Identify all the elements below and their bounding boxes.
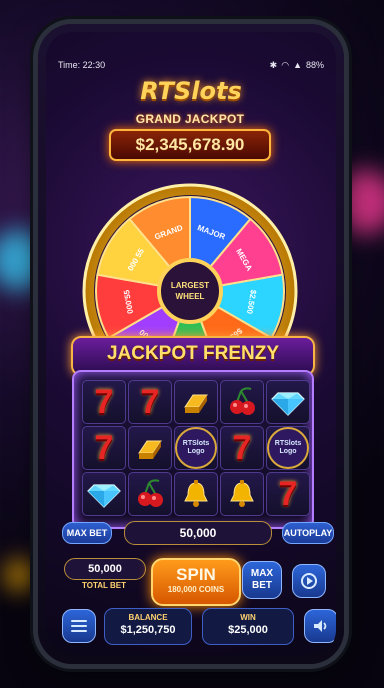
status-time: Time: 22:30 (58, 60, 106, 70)
menu-icon (71, 620, 87, 632)
rtslots-logo-icon: RTSlots Logo (175, 427, 217, 469)
game-logo: RTSlots (140, 77, 242, 105)
win-label: WIN (240, 613, 256, 622)
seven-icon: 7 (232, 428, 252, 467)
seven-icon: 7 (94, 382, 114, 421)
reel-cell (174, 380, 218, 424)
reel-cell (266, 380, 310, 424)
total-bet-value: 50,000 (64, 558, 146, 580)
reel-cell (128, 472, 172, 516)
reel-cell: RTSlots Logo (266, 426, 310, 470)
wheel-center-label-line1: LARGEST (171, 281, 209, 290)
phone-frame: Time: 22:30 ✱ ◠ ▲ 88% RTSlots GRAND JACK… (38, 24, 344, 664)
bet-value-display: 50,000 (124, 521, 272, 545)
diamond-icon (267, 381, 309, 423)
sound-button[interactable] (304, 609, 336, 643)
gold-bar-icon (175, 381, 217, 423)
reel-cell (174, 472, 218, 516)
game-screen: Time: 22:30 ✱ ◠ ▲ 88% RTSlots GRAND JACK… (46, 32, 336, 656)
rtslots-logo-icon: RTSlots Logo (267, 427, 309, 469)
max-bet-button-secondary[interactable]: MAX BET (242, 561, 282, 599)
balance-value: $1,250,750 (120, 624, 176, 636)
reel-cell: 7 (220, 426, 264, 470)
reel-cell (220, 472, 264, 516)
reel-cell: 7 (82, 426, 126, 470)
gold-bar-icon (129, 427, 171, 469)
battery-text: 88% (305, 60, 324, 70)
bell-icon (221, 473, 263, 515)
cherry-icon (129, 473, 171, 515)
diamond-icon (83, 473, 125, 515)
wheel-center-label-line2: WHEEL (176, 292, 205, 301)
win-value: $25,000 (228, 624, 268, 636)
jackpot-amount: $2,345,678.90 (109, 129, 271, 161)
wifi-icon: ◠ (281, 59, 290, 70)
signal-icon: ▲ (293, 60, 302, 70)
status-bar: Time: 22:30 ✱ ◠ ▲ 88% (58, 58, 324, 72)
balance-label: BALANCE (128, 613, 168, 622)
seven-icon: 7 (94, 428, 114, 467)
menu-button[interactable] (62, 609, 96, 643)
seven-icon: 7 (278, 474, 298, 513)
seven-icon: 7 (140, 382, 160, 421)
reel-cell: 7 (266, 472, 310, 516)
logo-text: RTSlots Logo (182, 440, 210, 455)
logo-text: RTSlots Logo (274, 440, 302, 455)
reel-cell: 7 (82, 380, 126, 424)
bell-icon (175, 473, 217, 515)
spin-button[interactable]: SPIN 180,000 COINS (151, 558, 241, 606)
wheel-center (157, 258, 223, 324)
background-light-bottom-left (5, 560, 35, 590)
spin-sublabel: 180,000 COINS (167, 585, 225, 594)
slot-reels: 7 7 7 RTSlots Logo 7 RTSlots Logo 7 (72, 370, 314, 529)
spin-label: SPIN (176, 565, 216, 584)
cherry-icon (221, 381, 263, 423)
bluetooth-icon: ✱ (269, 59, 278, 70)
jackpot-title: GRAND JACKPOT (135, 112, 245, 126)
speaker-icon (314, 620, 327, 632)
balance-box: BALANCE $1,250,750 (104, 608, 192, 645)
autoplay-button[interactable]: AUTOPLAY (282, 522, 334, 544)
jackpot-panel: GRAND JACKPOT $2,345,678.90 (104, 112, 276, 170)
replay-icon (301, 573, 317, 589)
reel-cell: 7 (128, 380, 172, 424)
reel-cell: RTSlots Logo (174, 426, 218, 470)
reel-cell (82, 472, 126, 516)
max-bet-button[interactable]: MAX BET (62, 522, 112, 544)
total-bet-label: TOTAL BET (82, 581, 126, 590)
reel-cell (220, 380, 264, 424)
reel-cell (128, 426, 172, 470)
win-box: WIN $25,000 (202, 608, 294, 645)
replay-button[interactable] (292, 564, 326, 598)
